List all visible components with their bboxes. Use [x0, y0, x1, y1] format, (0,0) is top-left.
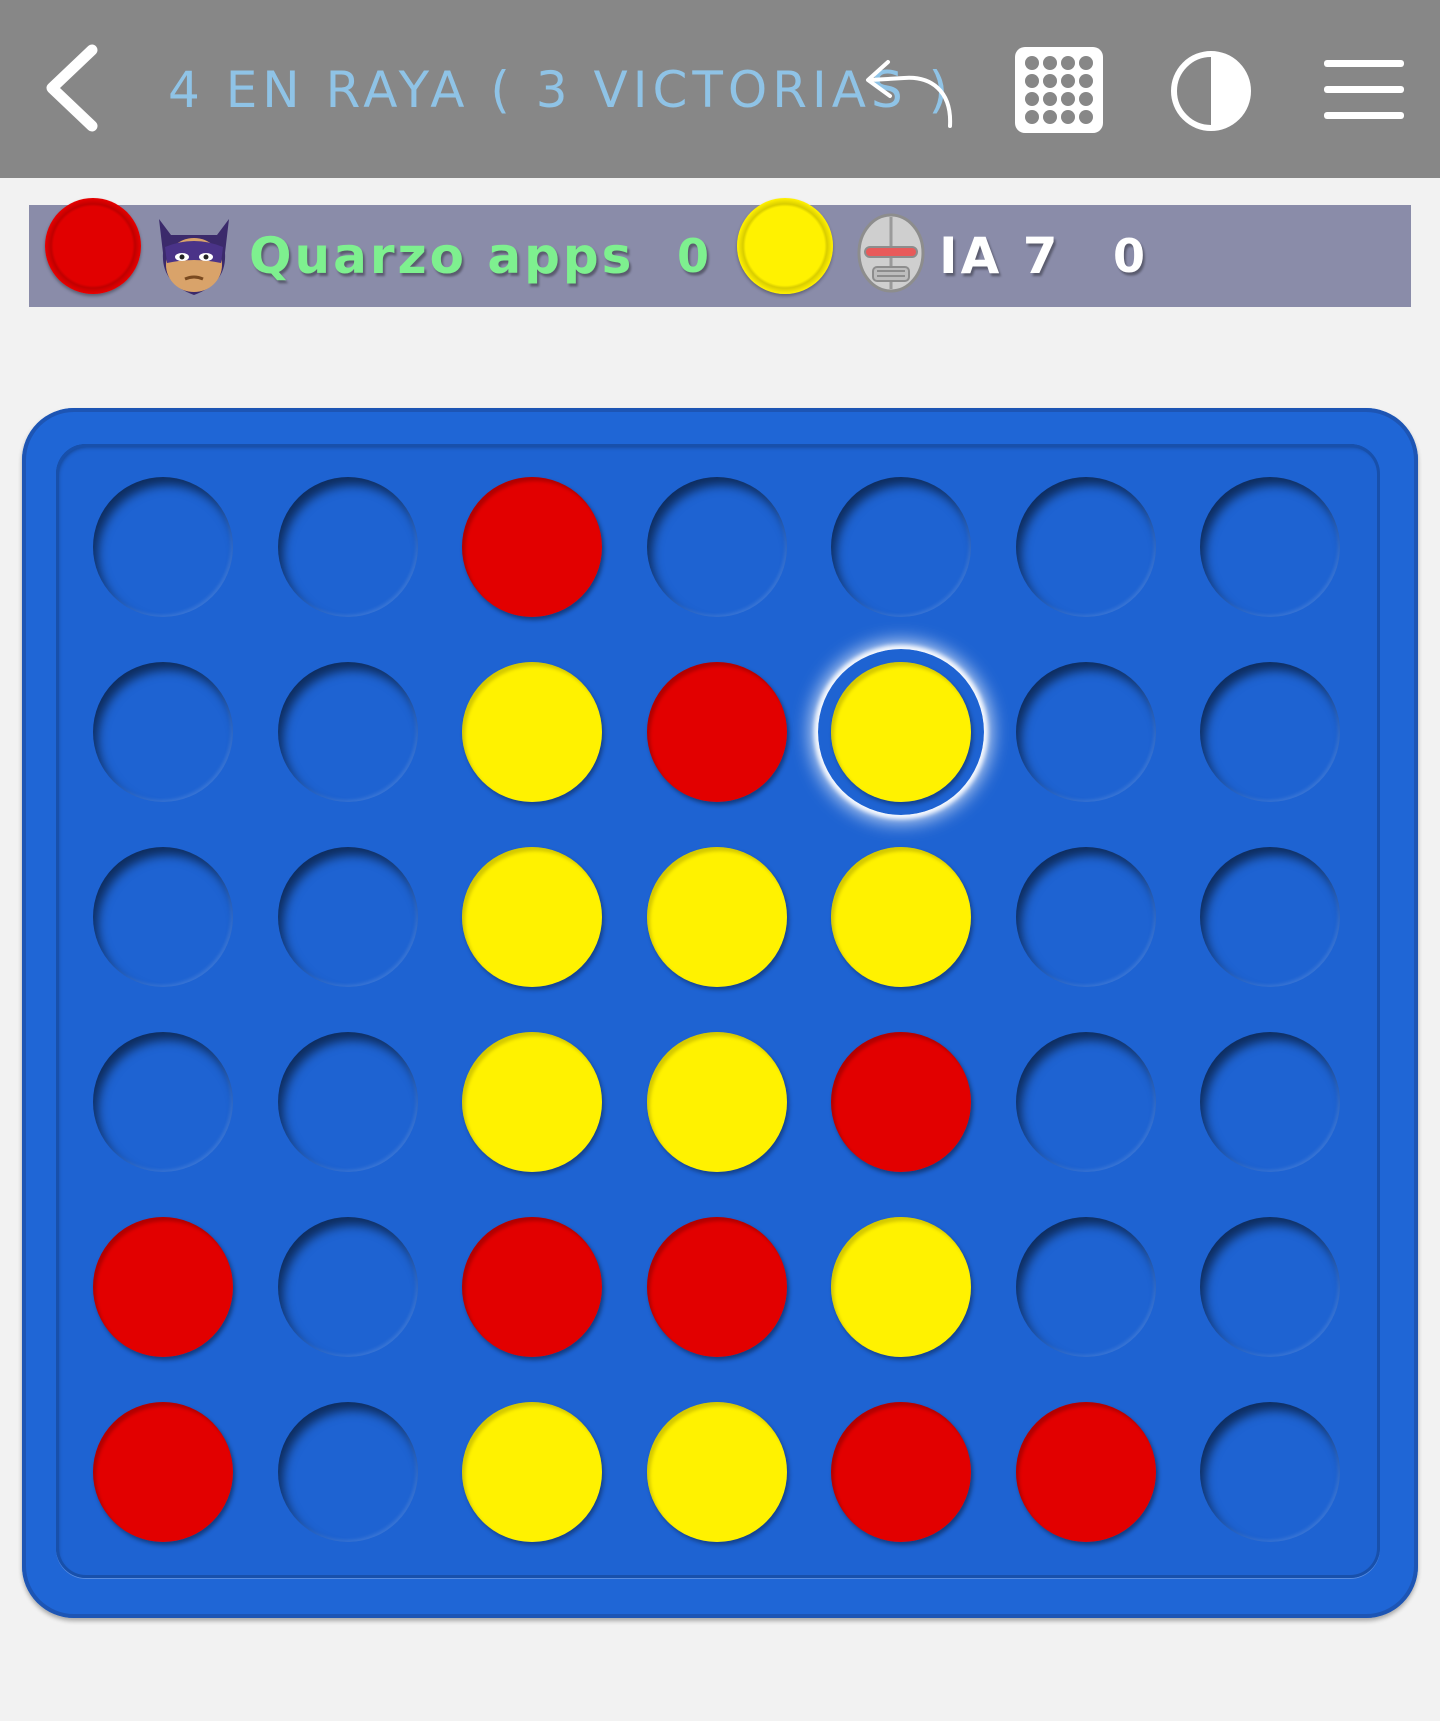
board-slot-yellow-chip[interactable]	[449, 1019, 615, 1185]
board-slot-yellow-chip[interactable]	[818, 649, 984, 815]
board-slot-empty[interactable]	[264, 1389, 431, 1555]
player-1-score: 0	[677, 229, 710, 283]
score-bar: Quarzo apps 0 IA 7 0	[29, 198, 1411, 307]
player-1-chip-indicator	[45, 198, 141, 294]
board-slot-yellow-chip[interactable]	[633, 1019, 800, 1185]
board-slot-yellow-chip[interactable]	[449, 649, 615, 815]
board-slot-red-chip[interactable]	[633, 1204, 800, 1370]
board-slot-empty[interactable]	[1187, 1389, 1353, 1555]
player-1-name: Quarzo apps	[249, 227, 635, 285]
board-slot-empty[interactable]	[1002, 834, 1169, 1000]
menu-button[interactable]	[1322, 56, 1406, 124]
board-slot-empty[interactable]	[1002, 649, 1169, 815]
board-slot-empty[interactable]	[80, 1019, 246, 1185]
back-button[interactable]	[30, 38, 130, 138]
board-slot-yellow-chip[interactable]	[633, 1389, 800, 1555]
board-slot-red-chip[interactable]	[80, 1389, 246, 1555]
player-2-chip-indicator	[737, 198, 833, 294]
board-slot-red-chip[interactable]	[449, 464, 615, 630]
undo-button[interactable]	[852, 50, 964, 138]
board-slot-empty[interactable]	[1002, 1204, 1169, 1370]
board-slot-empty[interactable]	[264, 1204, 431, 1370]
board-slot-empty[interactable]	[1187, 1019, 1353, 1185]
robot-avatar-icon	[857, 213, 925, 293]
board-slot-empty[interactable]	[264, 464, 431, 630]
board-slot-yellow-chip[interactable]	[818, 834, 984, 1000]
board-slot-empty[interactable]	[1187, 1204, 1353, 1370]
board-slot-empty[interactable]	[1002, 1019, 1169, 1185]
board-slot-empty[interactable]	[633, 464, 800, 630]
board-slot-empty[interactable]	[80, 464, 246, 630]
page-title: 4 EN RAYA ( 3 VICTORIAS )	[168, 61, 954, 119]
level-grid-button[interactable]	[1014, 46, 1104, 134]
masked-hero-avatar-icon	[159, 219, 229, 295]
board-slot-empty[interactable]	[264, 649, 431, 815]
board-slot-empty[interactable]	[1187, 834, 1353, 1000]
board-slot-empty[interactable]	[264, 1019, 431, 1185]
board-slot-empty[interactable]	[80, 649, 246, 815]
board-slot-empty[interactable]	[1187, 649, 1353, 815]
board-slot-red-chip[interactable]	[633, 649, 800, 815]
board-slot-empty[interactable]	[1187, 464, 1353, 630]
board-slot-empty[interactable]	[264, 834, 431, 1000]
board-slot-yellow-chip[interactable]	[818, 1204, 984, 1370]
board-slot-red-chip[interactable]	[449, 1204, 615, 1370]
half-circle-contrast-icon	[1171, 51, 1251, 131]
board-slot-red-chip[interactable]	[1002, 1389, 1169, 1555]
board-slot-yellow-chip[interactable]	[449, 1389, 615, 1555]
board-slot-yellow-chip[interactable]	[633, 834, 800, 1000]
hamburger-menu-icon	[1324, 60, 1404, 119]
board-slot-red-chip[interactable]	[80, 1204, 246, 1370]
board-slot-red-chip[interactable]	[818, 1389, 984, 1555]
top-app-bar: 4 EN RAYA ( 3 VICTORIAS )	[0, 0, 1440, 178]
board-slot-empty[interactable]	[1002, 464, 1169, 630]
dot-grid-icon	[1015, 47, 1103, 133]
board-slot-empty[interactable]	[80, 834, 246, 1000]
board-slot-empty[interactable]	[818, 464, 984, 630]
contrast-button[interactable]	[1170, 50, 1252, 132]
undo-arrow-icon	[866, 60, 953, 128]
player-2-score: 0	[1113, 229, 1146, 283]
player-2-name: IA 7	[939, 227, 1061, 285]
game-board	[22, 408, 1418, 1618]
chevron-left-icon	[46, 44, 98, 132]
board-slot-red-chip[interactable]	[818, 1019, 984, 1185]
board-slot-yellow-chip[interactable]	[449, 834, 615, 1000]
board-grid	[56, 444, 1380, 1578]
